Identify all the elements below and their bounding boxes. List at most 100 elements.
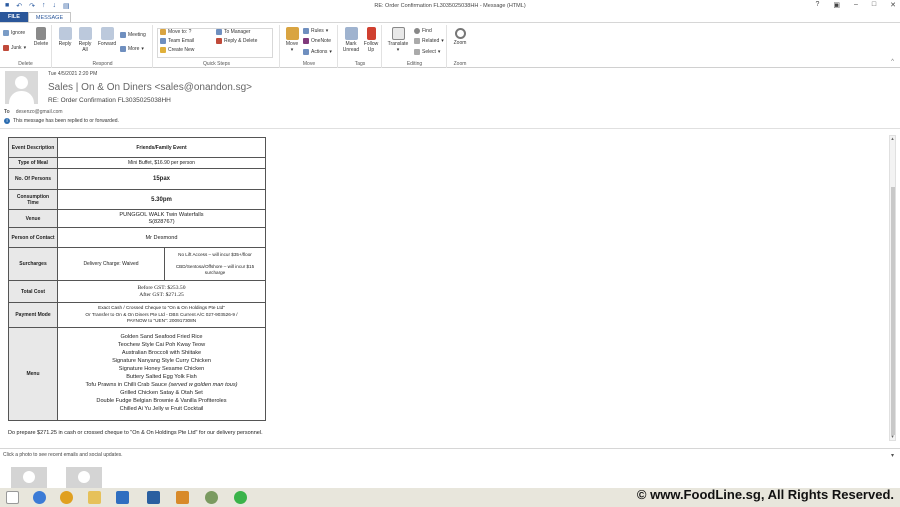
menu-item: Signature Nanyang Style Curry Chicken [112,358,211,365]
select-button[interactable]: Select ▾ [414,49,440,55]
junk-button[interactable]: Junk ▾ [3,45,26,51]
illustrator-icon[interactable] [176,491,189,504]
delete-button[interactable]: Delete [32,27,50,47]
people-photo[interactable] [11,467,47,489]
group-quick-steps: Move to: ? Team Email Create New To Mana… [154,25,280,68]
help-icon[interactable]: ? [815,1,819,9]
order-table: Event Description Friends/Family Event T… [8,137,266,421]
menu-item: Double Fudge Belgian Brownie & Vanilla P… [96,397,227,404]
group-delete: Ignore Junk ▾ Delete Delete [0,25,52,68]
window-title: RE: Order Confirmation FL3035025038HH - … [374,3,526,9]
mark-unread-button[interactable]: Mark Unread [341,27,361,53]
sender-name[interactable]: Sales | On & On Diners <sales@onandon.sg… [48,82,252,93]
time-label: Consumption Time [8,189,58,210]
recipient-email[interactable]: desenzo@gmail.com [16,109,63,115]
rules-button[interactable]: Rules ▾ [303,28,328,34]
time-value: 5.30pm [57,189,266,210]
vertical-scrollbar[interactable]: ▴ ▾ [889,135,896,441]
group-label-move: Move [302,61,316,67]
related-button[interactable]: Related ▾ [414,38,444,44]
quickstep-reply-delete[interactable]: Reply & Delete [216,38,257,44]
close-icon[interactable]: ✕ [890,1,896,9]
table-row: No. Of Persons 15pax [8,168,266,190]
people-photo[interactable] [66,467,102,489]
reply-delete-icon [216,38,222,44]
group-label-tags: Tags [354,61,366,67]
table-row: Event Description Friends/Family Event [8,137,266,158]
group-label-quick-steps: Quick Steps [203,61,230,67]
payment-value: Exact Cash / Crossed Cheque to "On & On … [57,302,266,328]
translate-button[interactable]: Translate ▾ [385,27,411,53]
ignore-icon [3,30,9,36]
collapse-ribbon-icon[interactable]: ^ [891,59,894,65]
menu-item-tofu: Tofu Prawns in Chilli Crab Sauce (served… [85,381,238,388]
ie-icon[interactable] [33,491,46,504]
ribbon-display-icon[interactable]: ▣ [833,1,840,9]
message-subject: RE: Order Confirmation FL3035025038HH [48,97,171,104]
message-body: Event Description Friends/Family Event T… [0,131,900,444]
menu-item: Signature Honey Sesame Chicken [118,366,205,373]
actions-icon [303,49,309,55]
reply-all-icon [78,27,92,40]
people-pane-text: Click a photo to see recent emails and s… [3,452,123,458]
meal-label: Type of Meal [8,157,58,169]
surcharge-label: Surcharges [8,247,58,281]
quickstep-team-email[interactable]: Team Email [160,38,194,44]
persons-label: No. Of Persons [8,168,58,190]
table-row: Menu Golden Sand Seafood Fried Rice Teoc… [8,327,266,421]
meeting-button[interactable]: Meeting [120,32,146,38]
actions-button[interactable]: Actions ▾ [303,49,332,55]
move-button[interactable]: Move ▾ [283,27,301,53]
zoom-button[interactable]: Zoom [451,27,469,46]
forward-button[interactable]: Forward [96,27,118,47]
ribbon: Ignore Junk ▾ Delete Delete Reply Reply A… [0,23,900,68]
info-bar[interactable]: i This message has been replied to or for… [4,118,119,124]
scroll-thumb[interactable] [891,187,895,435]
more-button[interactable]: More ▾ [120,46,144,52]
menu-item: Australian Broccoli with Shiitake [121,350,202,357]
group-label-zoom: Zoom [453,61,467,67]
info-icon: i [4,118,10,124]
menu-item: Grilled Chicken Satay & Otah Set [120,389,203,396]
file-explorer-icon[interactable] [88,491,101,504]
find-button[interactable]: Find [414,28,432,34]
meal-value: Mini Buffet, $16.90 per person [57,157,266,169]
tab-file[interactable]: FILE [0,12,28,22]
find-icon [414,28,420,34]
group-label-respond: Respond [92,61,113,67]
watermark: © www.FoodLine.sg, All Rights Reserved. [636,487,894,502]
persons-value: 15pax [57,168,266,190]
onenote-button[interactable]: OneNote [303,38,331,44]
minimize-icon[interactable]: – [854,1,858,9]
reply-all-button[interactable]: Reply All [76,27,94,53]
more-icon [120,46,126,52]
scroll-down-icon[interactable]: ▾ [890,434,895,440]
table-row: Surcharges Delivery Charge: Waived No Li… [8,247,266,281]
scroll-up-icon[interactable]: ▴ [890,136,895,142]
quickstep-to-manager[interactable]: To Manager [216,29,250,35]
follow-up-button[interactable]: Follow Up [361,27,381,53]
move-icon [285,27,299,40]
ribbon-tabs: FILE MESSAGE [0,12,900,23]
chrome-icon[interactable] [60,491,73,504]
people-pane-toggle-icon[interactable]: ▾ [891,452,894,459]
quickstep-move-to[interactable]: Move to: ? [160,29,191,35]
app-icon[interactable] [205,491,218,504]
table-row: Type of Meal Mini Buffet, $16.90 per per… [8,157,266,169]
photoshop-icon[interactable] [147,491,160,504]
contact-label: Person of Contact [8,227,58,248]
create-new-icon [160,47,166,53]
group-label-delete: Delete [18,61,33,67]
ignore-button[interactable]: Ignore [3,30,25,36]
sender-avatar[interactable] [5,71,38,104]
maximize-icon[interactable]: □ [872,1,876,9]
start-icon[interactable] [6,491,19,504]
whatsapp-icon[interactable] [234,491,247,504]
tab-message[interactable]: MESSAGE [27,12,72,22]
delete-icon [36,27,46,40]
reply-button[interactable]: Reply [57,27,73,47]
surcharge-delivery: Delivery Charge: Waived [57,247,165,281]
outlook-icon[interactable] [116,491,129,504]
event-label: Event Description [8,137,58,158]
quickstep-create-new[interactable]: Create New [160,47,194,53]
